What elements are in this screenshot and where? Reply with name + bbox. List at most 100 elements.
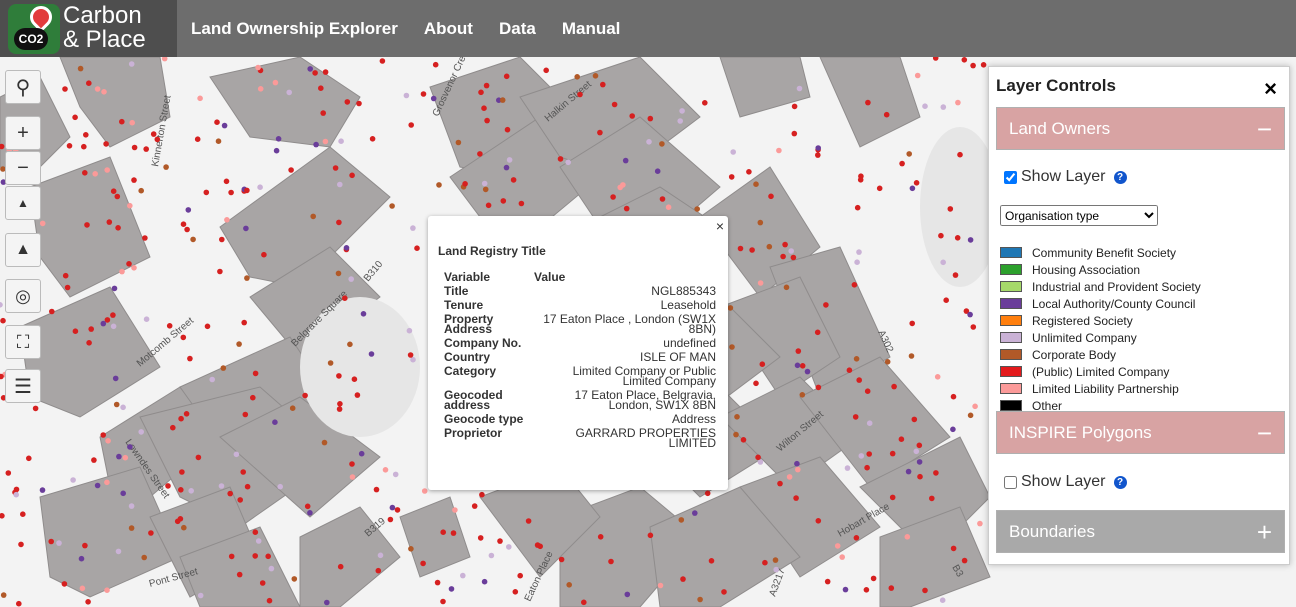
ownership-dot[interactable] [448,586,455,592]
ownership-dot[interactable] [255,538,262,544]
ownership-dot[interactable] [477,151,483,157]
ownership-dot[interactable] [730,149,736,155]
ownership-dot[interactable] [922,587,928,594]
ownership-dot[interactable] [734,414,740,420]
ownership-dot[interactable] [733,431,739,438]
ownership-dot[interactable] [692,510,698,516]
ownership-dot[interactable] [115,548,122,555]
ownership-dot[interactable] [898,436,905,443]
ownership-dot[interactable] [592,73,599,79]
ownership-dot[interactable] [852,414,859,420]
land-owners-show-checkbox[interactable] [1004,170,1017,184]
ownership-dot[interactable] [272,79,279,86]
ownership-dot[interactable] [113,401,120,408]
ownership-dot[interactable] [481,180,488,187]
ownership-dot[interactable] [708,558,715,564]
ownership-dot[interactable] [455,139,462,146]
ownership-dot[interactable] [322,138,329,145]
ownership-dot[interactable] [129,119,135,126]
ownership-dot[interactable] [236,341,242,347]
ownership-dot[interactable] [179,469,185,475]
ownership-dot[interactable] [120,404,126,411]
ownership-dot[interactable] [72,114,78,121]
ownership-dot[interactable] [857,177,864,183]
ownership-dot[interactable] [794,460,800,467]
ownership-dot[interactable] [337,181,343,188]
ownership-dot[interactable] [863,587,870,593]
nav-data[interactable]: Data [499,19,536,39]
ownership-dot[interactable] [408,122,415,128]
ownership-dot[interactable] [18,541,24,548]
ownership-dot[interactable] [406,327,413,334]
ownership-dot[interactable] [934,374,941,380]
ownership-dot[interactable] [342,295,348,301]
ownership-dot[interactable] [304,503,311,510]
ownership-dot[interactable] [81,143,87,150]
ownership-dot[interactable] [790,254,797,261]
ownership-dot[interactable] [646,139,652,145]
ownership-dot[interactable] [70,477,76,483]
ownership-dot[interactable] [131,177,137,183]
ownership-dot[interactable] [243,225,249,232]
ownership-dot[interactable] [49,308,55,315]
fullscreen-icon[interactable]: ⛶ [5,325,41,359]
ownership-dot[interactable] [336,406,343,412]
ownership-dot[interactable] [141,554,147,561]
ownership-dot[interactable] [768,193,774,200]
ownership-dot[interactable] [389,203,395,209]
ownership-dot[interactable] [128,503,135,509]
help-icon[interactable]: ? [1113,475,1127,489]
ownership-dot[interactable] [815,152,821,158]
ownership-dot[interactable] [166,323,173,329]
ownership-dot[interactable] [221,122,228,129]
ownership-dot[interactable] [389,504,396,511]
ownership-dot[interactable] [184,226,190,233]
organisation-type-select[interactable]: Organisation type [1000,205,1158,226]
ownership-dot[interactable] [332,165,339,171]
ownership-dot[interactable] [128,525,135,531]
section-land-owners[interactable]: Land Owners − [996,107,1285,150]
ownership-dot[interactable] [86,80,92,86]
ownership-dot[interactable] [194,136,201,142]
ownership-dot[interactable] [629,113,635,119]
ownership-dot[interactable] [203,189,210,196]
ownership-dot[interactable] [484,117,490,124]
ownership-dot[interactable] [891,383,897,390]
ownership-dot[interactable] [104,167,110,173]
ownership-dot[interactable] [26,455,32,462]
ownership-dot[interactable] [209,376,215,383]
search-icon[interactable]: ⚲ [5,70,41,104]
ownership-dot[interactable] [407,352,414,358]
ownership-dot[interactable] [241,319,247,326]
ownership-dot[interactable] [776,147,782,154]
nav-land-ownership-explorer[interactable]: Land Ownership Explorer [191,19,398,39]
ownership-dot[interactable] [420,91,427,97]
ownership-dot[interactable] [929,495,935,502]
ownership-dot[interactable] [916,459,923,465]
ownership-dot[interactable] [856,249,862,255]
ownership-dot[interactable] [5,470,12,476]
ownership-dot[interactable] [310,213,317,220]
ownership-dot[interactable] [48,538,54,545]
ownership-dot[interactable] [757,280,764,286]
ownership-dot[interactable] [506,157,513,163]
ownership-dot[interactable] [870,575,877,582]
ownership-dot[interactable] [320,110,327,116]
ownership-dot[interactable] [272,419,278,426]
ownership-dot[interactable] [244,275,250,281]
ownership-dot[interactable] [327,360,334,366]
ownership-dot[interactable] [737,245,744,252]
ownership-dot[interactable] [204,323,211,330]
ownership-dot[interactable] [777,480,783,487]
ownership-dot[interactable] [197,592,204,599]
ownership-dot[interactable] [265,553,272,560]
ownership-dot[interactable] [788,248,794,254]
ownership-dot[interactable] [791,103,798,110]
ownership-dot[interactable] [122,454,129,461]
ownership-dot[interactable] [360,311,367,317]
ownership-dot[interactable] [834,543,841,549]
ownership-dot[interactable] [273,147,280,154]
ownership-dot[interactable] [899,160,905,167]
layers-icon[interactable]: ☰ [5,369,41,403]
ownership-dot[interactable] [858,453,865,459]
